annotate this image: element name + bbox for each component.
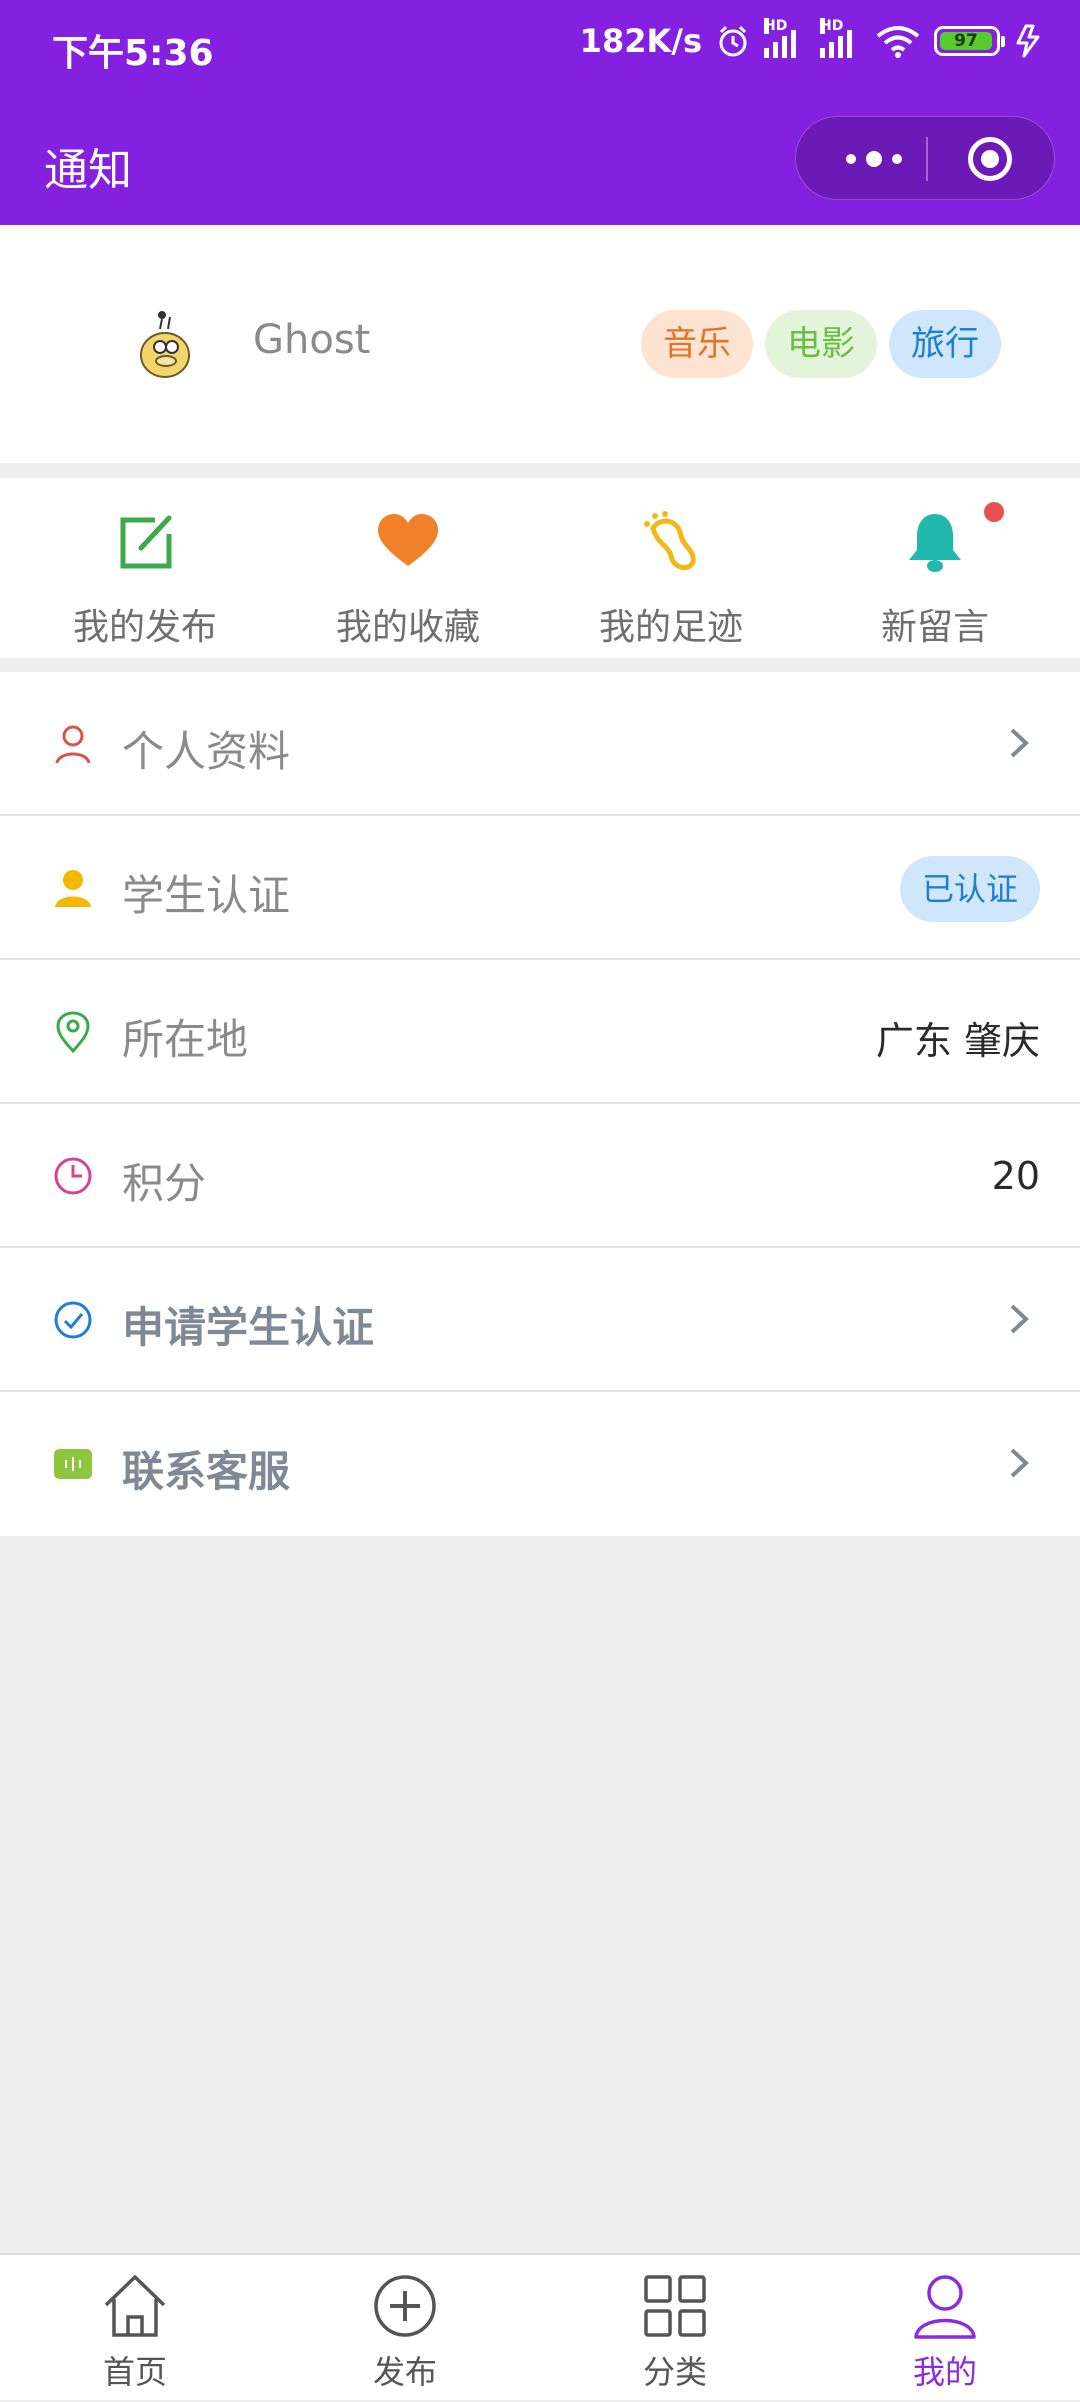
tab-home[interactable]: 首页 bbox=[0, 2255, 270, 2402]
battery-icon: 97 bbox=[934, 26, 1005, 56]
tab-category-label: 分类 bbox=[642, 2353, 707, 2391]
new-messages-label: 新留言 bbox=[880, 607, 989, 648]
alarm-icon bbox=[719, 25, 747, 57]
apply-auth-row[interactable]: 申请学生认证 bbox=[0, 1248, 1080, 1392]
student-auth-row[interactable]: 学生认证 已认证 bbox=[0, 816, 1080, 960]
username: Ghost bbox=[253, 317, 371, 363]
apply-auth-label: 申请学生认证 bbox=[122, 1303, 375, 1352]
tab-home-label: 首页 bbox=[102, 2353, 167, 2391]
my-posts-button[interactable]: 我的发布 bbox=[10, 478, 280, 658]
points-row[interactable]: 积分 20 bbox=[0, 1104, 1080, 1248]
tab-publish[interactable]: 发布 bbox=[270, 2255, 540, 2402]
student-icon bbox=[55, 870, 91, 907]
close-mini-program-button[interactable] bbox=[968, 137, 1012, 181]
tab-publish-label: 发布 bbox=[372, 2353, 437, 2391]
status-icons: 182K/s HD HD 97 bbox=[579, 18, 1044, 60]
plus-circle-icon bbox=[374, 2275, 436, 2337]
charging-icon bbox=[1016, 24, 1040, 58]
status-bar: 下午5:36 182K/s HD HD 97 bbox=[0, 0, 1080, 92]
check-circle-icon bbox=[54, 1301, 92, 1339]
bell-icon bbox=[909, 514, 961, 572]
contact-service-row[interactable]: 联系客服 bbox=[0, 1392, 1080, 1536]
edit-icon bbox=[120, 515, 172, 569]
my-footprints-button[interactable]: 我的足迹 bbox=[536, 478, 806, 658]
status-time: 下午5:36 bbox=[52, 33, 214, 74]
location-row[interactable]: 所在地 广东 肇庆 bbox=[0, 960, 1080, 1104]
unread-badge bbox=[984, 502, 1004, 522]
network-speed: 182K/s bbox=[579, 22, 702, 60]
points-label: 积分 bbox=[122, 1159, 207, 1208]
home-icon bbox=[104, 2275, 166, 2337]
chevron-right-icon bbox=[1010, 1448, 1029, 1478]
my-favorites-button[interactable]: 我的收藏 bbox=[273, 478, 543, 658]
message-icon bbox=[54, 1449, 92, 1479]
profile-card: Ghost 音乐 电影 旅行 bbox=[0, 225, 1080, 463]
my-posts-label: 我的发布 bbox=[72, 607, 217, 648]
clock-icon bbox=[54, 1157, 92, 1195]
grid-icon bbox=[644, 2275, 706, 2337]
location-label: 所在地 bbox=[122, 1015, 249, 1064]
avatar[interactable] bbox=[130, 305, 200, 385]
page-title: 通知 bbox=[44, 145, 132, 196]
student-auth-label: 学生认证 bbox=[122, 871, 291, 920]
tag-travel[interactable]: 旅行 bbox=[889, 310, 1001, 378]
wifi-icon bbox=[876, 26, 920, 58]
person-icon bbox=[55, 725, 91, 764]
new-messages-button[interactable]: 新留言 bbox=[800, 478, 1070, 658]
chevron-right-icon bbox=[1010, 1304, 1029, 1334]
profile-row-label: 个人资料 bbox=[122, 727, 291, 776]
tab-me-label: 我的 bbox=[912, 2353, 977, 2391]
chevron-right-icon bbox=[1010, 728, 1029, 758]
tag-movie[interactable]: 电影 bbox=[765, 310, 877, 378]
profile-row[interactable]: 个人资料 bbox=[0, 672, 1080, 816]
my-favorites-label: 我的收藏 bbox=[335, 607, 480, 648]
mini-program-capsule bbox=[795, 116, 1055, 200]
location-value: 广东 肇庆 bbox=[875, 1019, 1040, 1063]
heart-icon bbox=[378, 514, 438, 566]
signal-icon-2: HD bbox=[820, 18, 862, 58]
verified-badge: 已认证 bbox=[899, 856, 1040, 922]
user-icon bbox=[914, 2275, 976, 2339]
footprint-icon bbox=[644, 511, 696, 571]
tab-me[interactable]: 我的 bbox=[810, 2255, 1080, 2402]
tab-category[interactable]: 分类 bbox=[540, 2255, 810, 2402]
my-footprints-label: 我的足迹 bbox=[598, 607, 743, 648]
tag-music[interactable]: 音乐 bbox=[641, 310, 753, 378]
settings-list: 个人资料 学生认证 已认证 所在地 广东 肇庆 积分 20 申请学生认证 联系客… bbox=[0, 672, 1080, 1536]
more-button[interactable] bbox=[824, 117, 924, 201]
app-header: 下午5:36 182K/s HD HD 97 通知 bbox=[0, 0, 1080, 225]
points-value: 20 bbox=[991, 1154, 1040, 1198]
location-pin-icon bbox=[56, 1011, 90, 1053]
signal-icon-1: HD bbox=[764, 18, 806, 58]
quick-actions: 我的发布 我的收藏 我的足迹 新留言 bbox=[0, 478, 1080, 658]
contact-service-label: 联系客服 bbox=[122, 1447, 291, 1496]
battery-level: 97 bbox=[940, 32, 992, 50]
bottom-tab-bar: 首页 发布 分类 我的 bbox=[0, 2253, 1080, 2400]
